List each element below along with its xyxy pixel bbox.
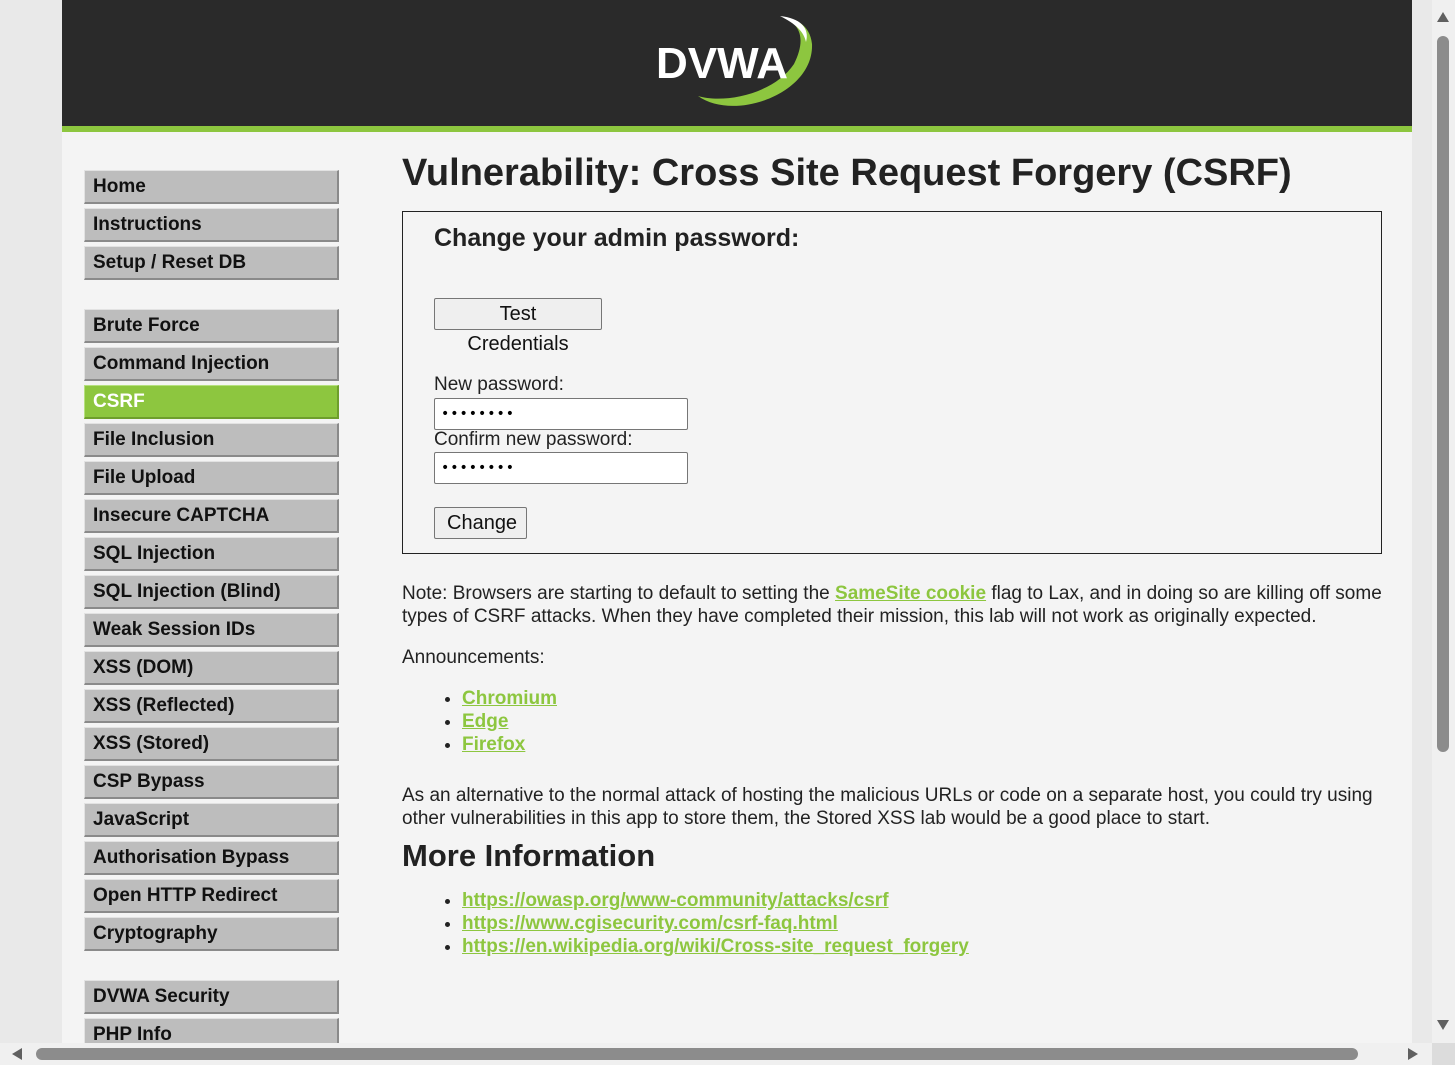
- more-info-list: https://owasp.org/www-community/attacks/…: [402, 889, 1382, 958]
- form-heading: Change your admin password:: [434, 224, 800, 252]
- new-password-label: New password:: [434, 374, 564, 395]
- samesite-cookie-link[interactable]: SameSite cookie: [835, 583, 986, 604]
- menu-item-open-http-redirect[interactable]: Open HTTP Redirect: [84, 879, 339, 913]
- menu-item-command-injection[interactable]: Command Injection: [84, 347, 339, 381]
- announcements-list: Chromium Edge Firefox: [402, 687, 1382, 756]
- dvwa-logo[interactable]: DVWA: [654, 14, 818, 110]
- main-menu: Home Instructions Setup / Reset DB Brute…: [84, 170, 339, 1043]
- scroll-down-arrow-icon[interactable]: [1437, 1020, 1449, 1030]
- scrollbar-corner: [1432, 1043, 1455, 1065]
- menu-item-file-inclusion[interactable]: File Inclusion: [84, 423, 339, 457]
- confirm-password-label: Confirm new password:: [434, 429, 633, 450]
- new-password-input[interactable]: ••••••••: [434, 398, 688, 430]
- vertical-scrollbar[interactable]: [1432, 0, 1455, 1043]
- page-title: Vulnerability: Cross Site Request Forger…: [402, 152, 1292, 194]
- menu-gap: [84, 284, 339, 309]
- menu-item-xss-reflected[interactable]: XSS (Reflected): [84, 689, 339, 723]
- vertical-scroll-thumb[interactable]: [1437, 36, 1449, 752]
- cgisecurity-link[interactable]: https://www.cgisecurity.com/csrf-faq.htm…: [462, 913, 838, 934]
- scroll-right-arrow-icon[interactable]: [1408, 1048, 1418, 1060]
- list-item: https://www.cgisecurity.com/csrf-faq.htm…: [462, 912, 1382, 935]
- samesite-note: Note: Browsers are starting to default t…: [402, 582, 1382, 628]
- menu-item-setup[interactable]: Setup / Reset DB: [84, 246, 339, 280]
- menu-item-insecure-captcha[interactable]: Insecure CAPTCHA: [84, 499, 339, 533]
- menu-item-authorisation-bypass[interactable]: Authorisation Bypass: [84, 841, 339, 875]
- menu-item-weak-session-ids[interactable]: Weak Session IDs: [84, 613, 339, 647]
- menu-item-brute-force[interactable]: Brute Force: [84, 309, 339, 343]
- menu-item-home[interactable]: Home: [84, 170, 339, 204]
- menu-gap: [84, 955, 339, 980]
- more-info-heading: More Information: [402, 838, 656, 873]
- horizontal-scrollbar[interactable]: [0, 1043, 1432, 1065]
- menu-item-dvwa-security[interactable]: DVWA Security: [84, 980, 339, 1014]
- test-credentials-button[interactable]: Test Credentials: [434, 298, 602, 355]
- list-item: https://owasp.org/www-community/attacks/…: [462, 889, 1382, 912]
- menu-item-instructions[interactable]: Instructions: [84, 208, 339, 242]
- main-content: Vulnerability: Cross Site Request Forger…: [402, 150, 1392, 957]
- browser-viewport: DVWA Home Instructions Setup / Reset DB …: [0, 0, 1432, 1043]
- menu-item-php-info[interactable]: PHP Info: [84, 1018, 339, 1043]
- horizontal-scroll-thumb[interactable]: [36, 1048, 1358, 1060]
- menu-item-file-upload[interactable]: File Upload: [84, 461, 339, 495]
- list-item: Edge: [462, 710, 1382, 733]
- page-container: DVWA Home Instructions Setup / Reset DB …: [62, 0, 1412, 1043]
- confirm-password-input[interactable]: ••••••••: [434, 452, 688, 484]
- note-text-before: Note: Browsers are starting to default t…: [402, 583, 836, 604]
- chromium-link[interactable]: Chromium: [462, 688, 557, 709]
- firefox-link[interactable]: Firefox: [462, 734, 525, 755]
- menu-item-xss-dom[interactable]: XSS (DOM): [84, 651, 339, 685]
- scroll-up-arrow-icon[interactable]: [1437, 12, 1449, 22]
- announcements-label: Announcements:: [402, 647, 545, 668]
- edge-link[interactable]: Edge: [462, 711, 508, 732]
- owasp-link[interactable]: https://owasp.org/www-community/attacks/…: [462, 890, 889, 911]
- change-password-box: Change your admin password: Test Credent…: [402, 211, 1382, 554]
- header-accent-bar: [62, 126, 1412, 132]
- menu-item-csrf[interactable]: CSRF: [84, 385, 339, 419]
- scroll-left-arrow-icon[interactable]: [12, 1048, 22, 1060]
- menu-item-sql-injection[interactable]: SQL Injection: [84, 537, 339, 571]
- list-item: Firefox: [462, 733, 1382, 756]
- menu-item-cryptography[interactable]: Cryptography: [84, 917, 339, 951]
- change-button[interactable]: Change: [434, 507, 527, 539]
- menu-item-sql-injection-blind[interactable]: SQL Injection (Blind): [84, 575, 339, 609]
- menu-item-csp-bypass[interactable]: CSP Bypass: [84, 765, 339, 799]
- menu-item-xss-stored[interactable]: XSS (Stored): [84, 727, 339, 761]
- info-section: Note: Browsers are starting to default t…: [402, 582, 1382, 958]
- wikipedia-link[interactable]: https://en.wikipedia.org/wiki/Cross-site…: [462, 936, 969, 957]
- header: DVWA: [62, 0, 1412, 126]
- svg-text:DVWA: DVWA: [656, 39, 788, 88]
- list-item: https://en.wikipedia.org/wiki/Cross-site…: [462, 935, 1382, 958]
- alternative-text: As an alternative to the normal attack o…: [402, 785, 1373, 829]
- list-item: Chromium: [462, 687, 1382, 710]
- menu-item-javascript[interactable]: JavaScript: [84, 803, 339, 837]
